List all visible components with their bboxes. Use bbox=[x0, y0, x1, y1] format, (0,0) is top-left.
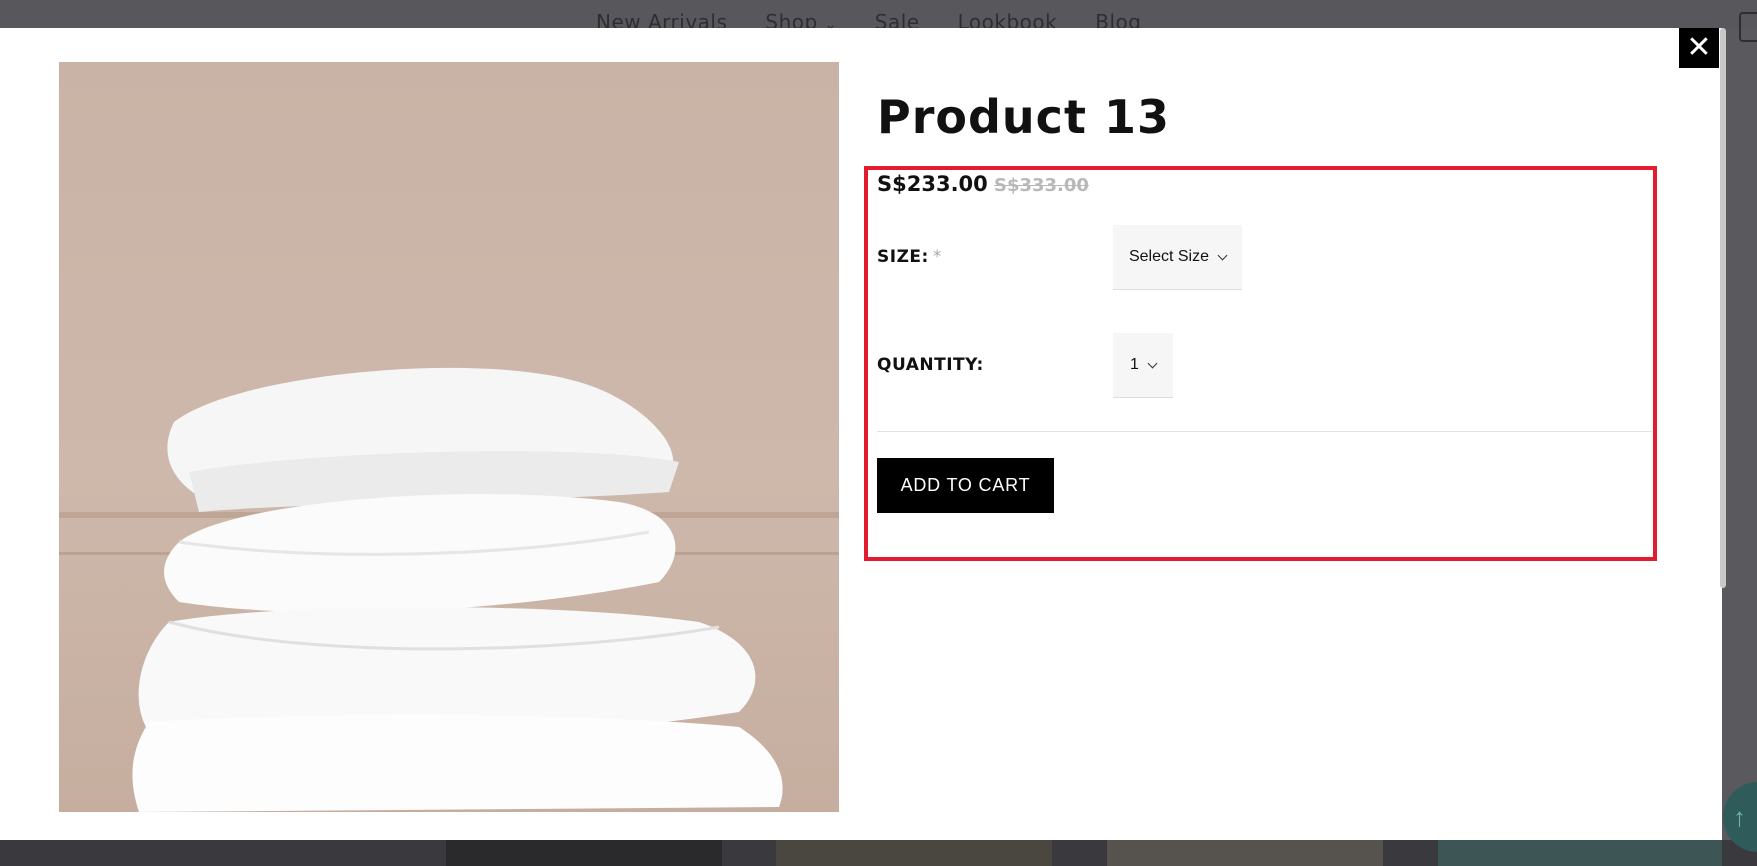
quantity-label: QUANTITY: bbox=[877, 355, 984, 375]
modal-scrollbar[interactable] bbox=[1720, 28, 1726, 588]
required-mark: * bbox=[932, 247, 942, 267]
background-thumbnail bbox=[1107, 840, 1383, 866]
background-navbar: New Arrivals Shop ⌄ Sale Lookbook Blog bbox=[0, 0, 1757, 42]
size-label: SIZE: * bbox=[877, 247, 942, 267]
cart-icon[interactable] bbox=[1739, 12, 1757, 42]
product-image bbox=[59, 62, 839, 812]
chevron-down-icon bbox=[1147, 358, 1158, 368]
quantity-select-value: 1 bbox=[1130, 356, 1139, 373]
add-to-cart-button[interactable]: ADD TO CART bbox=[877, 458, 1054, 513]
divider bbox=[877, 431, 1652, 432]
product-title: Product 13 bbox=[877, 90, 1170, 144]
sale-price: S$233.00 bbox=[877, 172, 988, 196]
size-select[interactable]: Select Size bbox=[1113, 225, 1242, 290]
size-label-text: SIZE: bbox=[877, 247, 929, 267]
background-thumbnail bbox=[776, 840, 1052, 866]
background-thumbnail bbox=[446, 840, 722, 866]
background-thumbnail bbox=[1438, 840, 1722, 866]
original-price: S$333.00 bbox=[994, 175, 1089, 196]
quantity-select[interactable]: 1 bbox=[1113, 333, 1173, 398]
size-select-value: Select Size bbox=[1128, 248, 1210, 265]
chevron-down-icon bbox=[1217, 250, 1228, 260]
close-icon[interactable]: ✕ bbox=[1679, 28, 1719, 68]
